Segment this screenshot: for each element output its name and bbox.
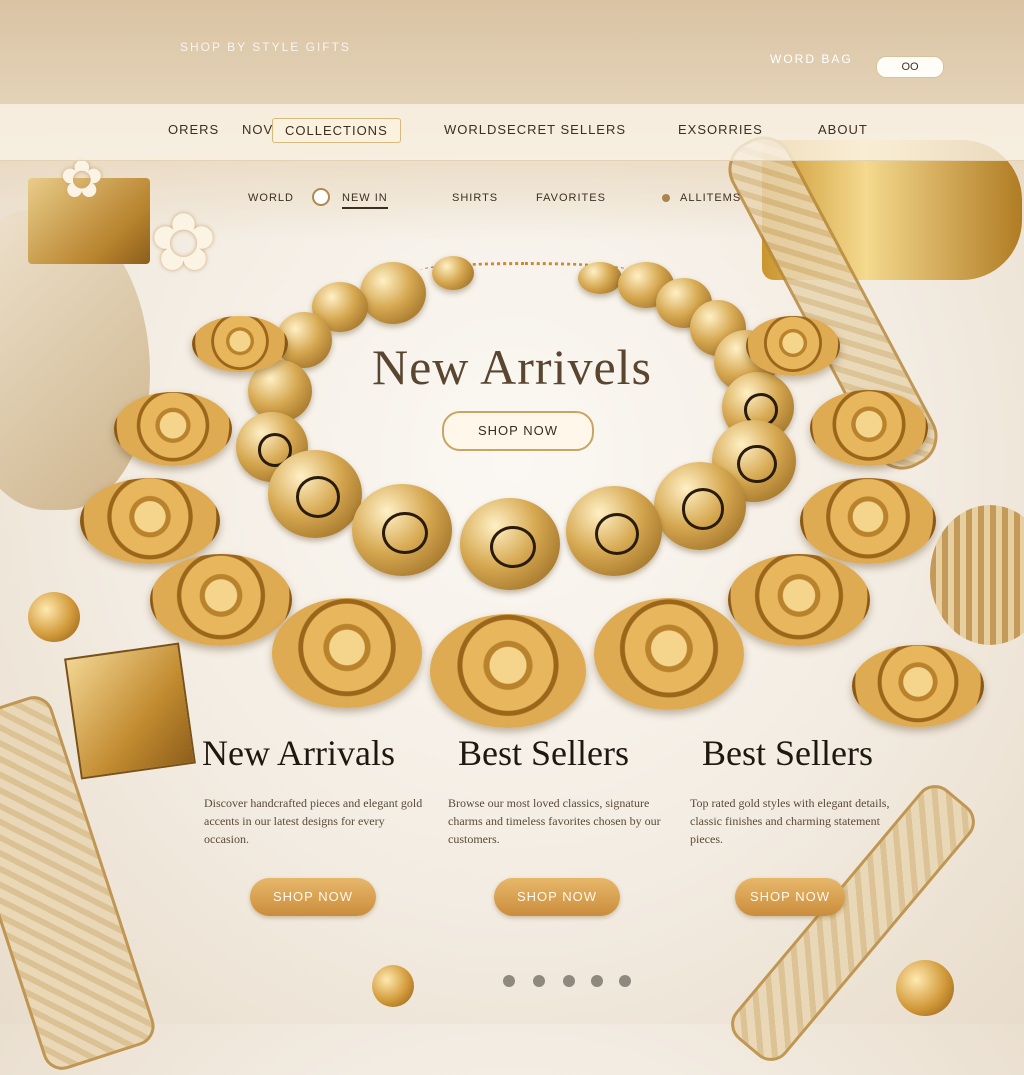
nav-item[interactable]: NOV xyxy=(242,122,273,137)
nav-item-active[interactable]: COLLECTIONS xyxy=(272,118,401,143)
shop-now-button[interactable]: SHOP NOW xyxy=(735,878,845,916)
nav-item[interactable]: ORERS xyxy=(168,122,219,137)
necklace-bead xyxy=(566,486,662,576)
brand-text: WORD BAG xyxy=(770,52,853,66)
column-text: Browse our most loved classics, signatur… xyxy=(448,796,661,846)
necklace-medallion xyxy=(430,614,586,728)
necklace-medallion xyxy=(728,554,870,646)
shop-now-button[interactable]: SHOP NOW xyxy=(494,878,620,916)
radio-icon[interactable] xyxy=(662,194,670,202)
column-title: Best Sellers xyxy=(702,733,873,773)
necklace-medallion xyxy=(80,478,220,564)
subnav-item[interactable]: FAVORITES xyxy=(536,192,606,204)
ghost-nav-text: SHOP BY STYLE GIFTS xyxy=(180,40,351,54)
necklace-bead xyxy=(654,462,746,550)
carousel-dot[interactable] xyxy=(533,975,545,987)
shop-now-button[interactable]: SHOP NOW xyxy=(250,878,376,916)
necklace-bead xyxy=(578,262,622,294)
subnav-item[interactable]: WORLD xyxy=(248,192,294,204)
necklace-medallion xyxy=(746,316,840,376)
subnav-item[interactable]: SHIRTS xyxy=(452,192,498,204)
necklace-medallion xyxy=(192,316,288,372)
necklace-medallion xyxy=(800,478,936,564)
necklace-bead xyxy=(432,256,474,290)
nav-item[interactable]: WORLDSECRET SELLERS xyxy=(444,122,626,137)
necklace-medallion xyxy=(272,598,422,708)
necklace-bead xyxy=(352,484,452,576)
column-text: Top rated gold styles with elegant detai… xyxy=(690,796,890,846)
nav-item[interactable]: ABOUT xyxy=(818,122,868,137)
carousel-dot[interactable] xyxy=(591,975,603,987)
column-text: Discover handcrafted pieces and elegant … xyxy=(204,796,423,846)
subnav-item-active[interactable]: NEW IN xyxy=(342,192,388,209)
necklace-bead xyxy=(460,498,560,590)
necklace-medallion xyxy=(114,392,232,466)
nav-item[interactable]: EXSORRIES xyxy=(678,122,763,137)
necklace-medallion xyxy=(810,390,928,466)
carousel-dot[interactable] xyxy=(563,975,575,987)
radio-icon[interactable] xyxy=(312,188,330,206)
column-title: New Arrivals xyxy=(202,733,395,773)
carousel-dot[interactable] xyxy=(619,975,631,987)
necklace-medallion xyxy=(594,598,744,710)
column-title: Best Sellers xyxy=(458,733,629,773)
hero-title: New Arrivels xyxy=(372,339,652,395)
cart-button[interactable]: OO xyxy=(876,56,944,78)
necklace-medallion xyxy=(150,554,292,646)
carousel-dot[interactable] xyxy=(503,975,515,987)
subnav-item[interactable]: ALLITEMS xyxy=(680,192,741,204)
necklace-bead xyxy=(268,450,362,538)
hero-shop-button[interactable]: SHOP NOW xyxy=(442,411,594,451)
necklace-bead xyxy=(360,262,426,324)
main-nav: ORERS NOV COLLECTIONS WORLDSECRET SELLER… xyxy=(0,103,1024,161)
